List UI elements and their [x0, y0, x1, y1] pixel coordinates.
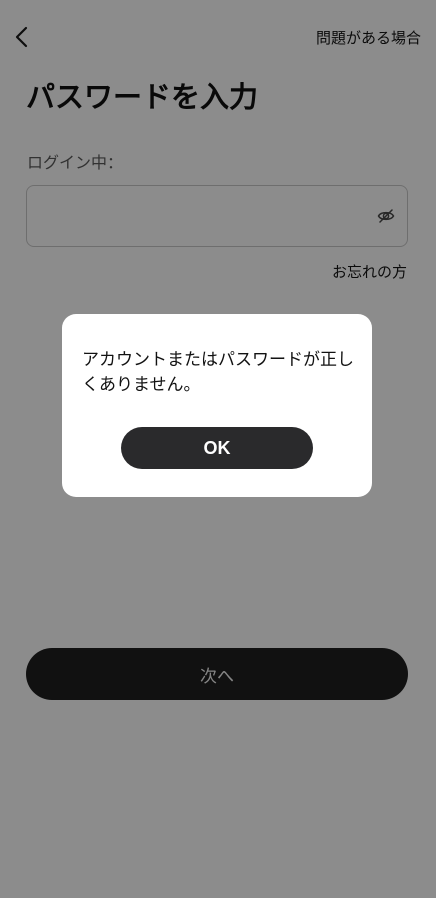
error-message: アカウントまたはパスワードが正しくありません。 [82, 350, 354, 395]
ok-button[interactable]: OK [121, 427, 313, 469]
error-dialog: アカウントまたはパスワードが正しくありません。 OK [62, 314, 372, 497]
